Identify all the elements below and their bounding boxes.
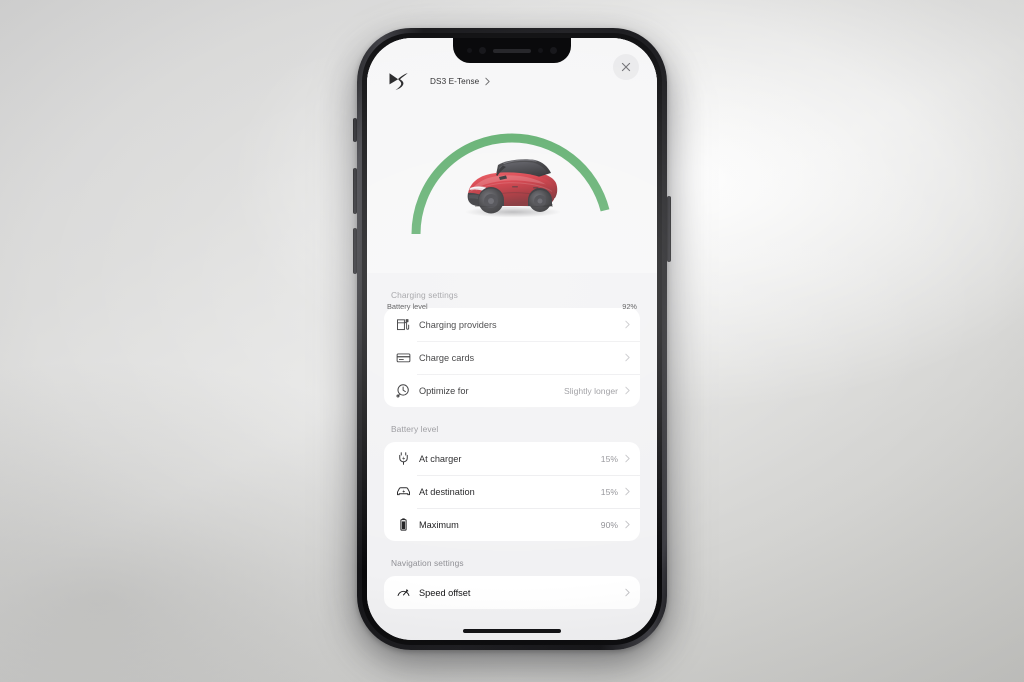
row-optimize-for[interactable]: Optimize for Slightly longer [384, 374, 640, 407]
power-button[interactable] [667, 196, 671, 262]
phone-screen: DS3 E-Tense Battery level 92% Charging s… [367, 38, 657, 640]
close-button[interactable] [613, 54, 639, 80]
section-title-charging: Charging settings [391, 290, 458, 300]
row-value: Slightly longer [564, 385, 618, 396]
card-navigation-settings: Speed offset [384, 576, 640, 609]
card-charging-settings: Charging providers Charge cards Optimize… [384, 308, 640, 407]
charging-station-icon [395, 317, 411, 333]
scene-backdrop: DS3 E-Tense Battery level 92% Charging s… [0, 0, 1024, 682]
row-speed-offset[interactable]: Speed offset [384, 576, 640, 609]
battery-icon [395, 517, 411, 533]
phone-device: DS3 E-Tense Battery level 92% Charging s… [357, 28, 667, 650]
chevron-right-icon [625, 386, 630, 395]
row-value: 15% [600, 453, 618, 464]
chevron-right-icon [625, 520, 630, 529]
app-screen: DS3 E-Tense Battery level 92% Charging s… [367, 38, 657, 640]
row-charge-cards[interactable]: Charge cards [384, 341, 640, 374]
plug-icon [395, 451, 411, 467]
row-label: Speed offset [419, 587, 471, 598]
chevron-right-icon [625, 454, 630, 463]
vehicle-model-name: DS3 E-Tense [430, 76, 480, 86]
ds-logo-icon [389, 72, 408, 90]
chevron-right-icon [625, 353, 630, 362]
row-maximum[interactable]: Maximum 90% [384, 508, 640, 541]
front-camera-icon [550, 47, 557, 54]
row-label: Charge cards [419, 352, 475, 363]
earpiece-speaker-icon [493, 48, 531, 53]
vehicle-image [465, 159, 561, 218]
row-label: Maximum [419, 519, 459, 530]
car-bolt-icon [395, 484, 411, 500]
chevron-right-icon [485, 77, 490, 85]
chevron-right-icon [625, 320, 630, 329]
row-label: Charging providers [419, 319, 497, 330]
face-id-camera-icon [479, 47, 486, 54]
card-battery-level: At charger 15% At destination 15% Maximu… [384, 442, 640, 541]
row-label: At destination [419, 486, 475, 497]
section-title-battery: Battery level [391, 424, 439, 434]
proximity-sensor-icon [467, 48, 472, 53]
battery-gauge: Battery level 92% [367, 106, 657, 311]
row-label: Optimize for [419, 385, 469, 396]
close-icon [621, 62, 631, 72]
section-title-navigation: Navigation settings [391, 558, 464, 568]
speedometer-icon [395, 585, 411, 601]
clock-icon [395, 383, 411, 399]
phone-notch [453, 38, 571, 63]
vehicle-selector[interactable]: DS3 E-Tense [430, 77, 490, 86]
hero-section: DS3 E-Tense Battery level 92% [367, 38, 657, 311]
row-at-charger[interactable]: At charger 15% [384, 442, 640, 475]
row-at-destination[interactable]: At destination 15% [384, 475, 640, 508]
row-charging-providers[interactable]: Charging providers [384, 308, 640, 341]
ambient-sensor-icon [538, 48, 543, 53]
row-value: 90% [600, 519, 618, 530]
credit-card-icon [395, 350, 411, 366]
settings-list: Charging settings Charging providers Cha… [367, 290, 657, 609]
home-indicator-bar[interactable] [463, 629, 561, 633]
chevron-right-icon [625, 588, 630, 597]
row-label: At charger [419, 453, 462, 464]
chevron-right-icon [625, 487, 630, 496]
row-value: 15% [600, 486, 618, 497]
